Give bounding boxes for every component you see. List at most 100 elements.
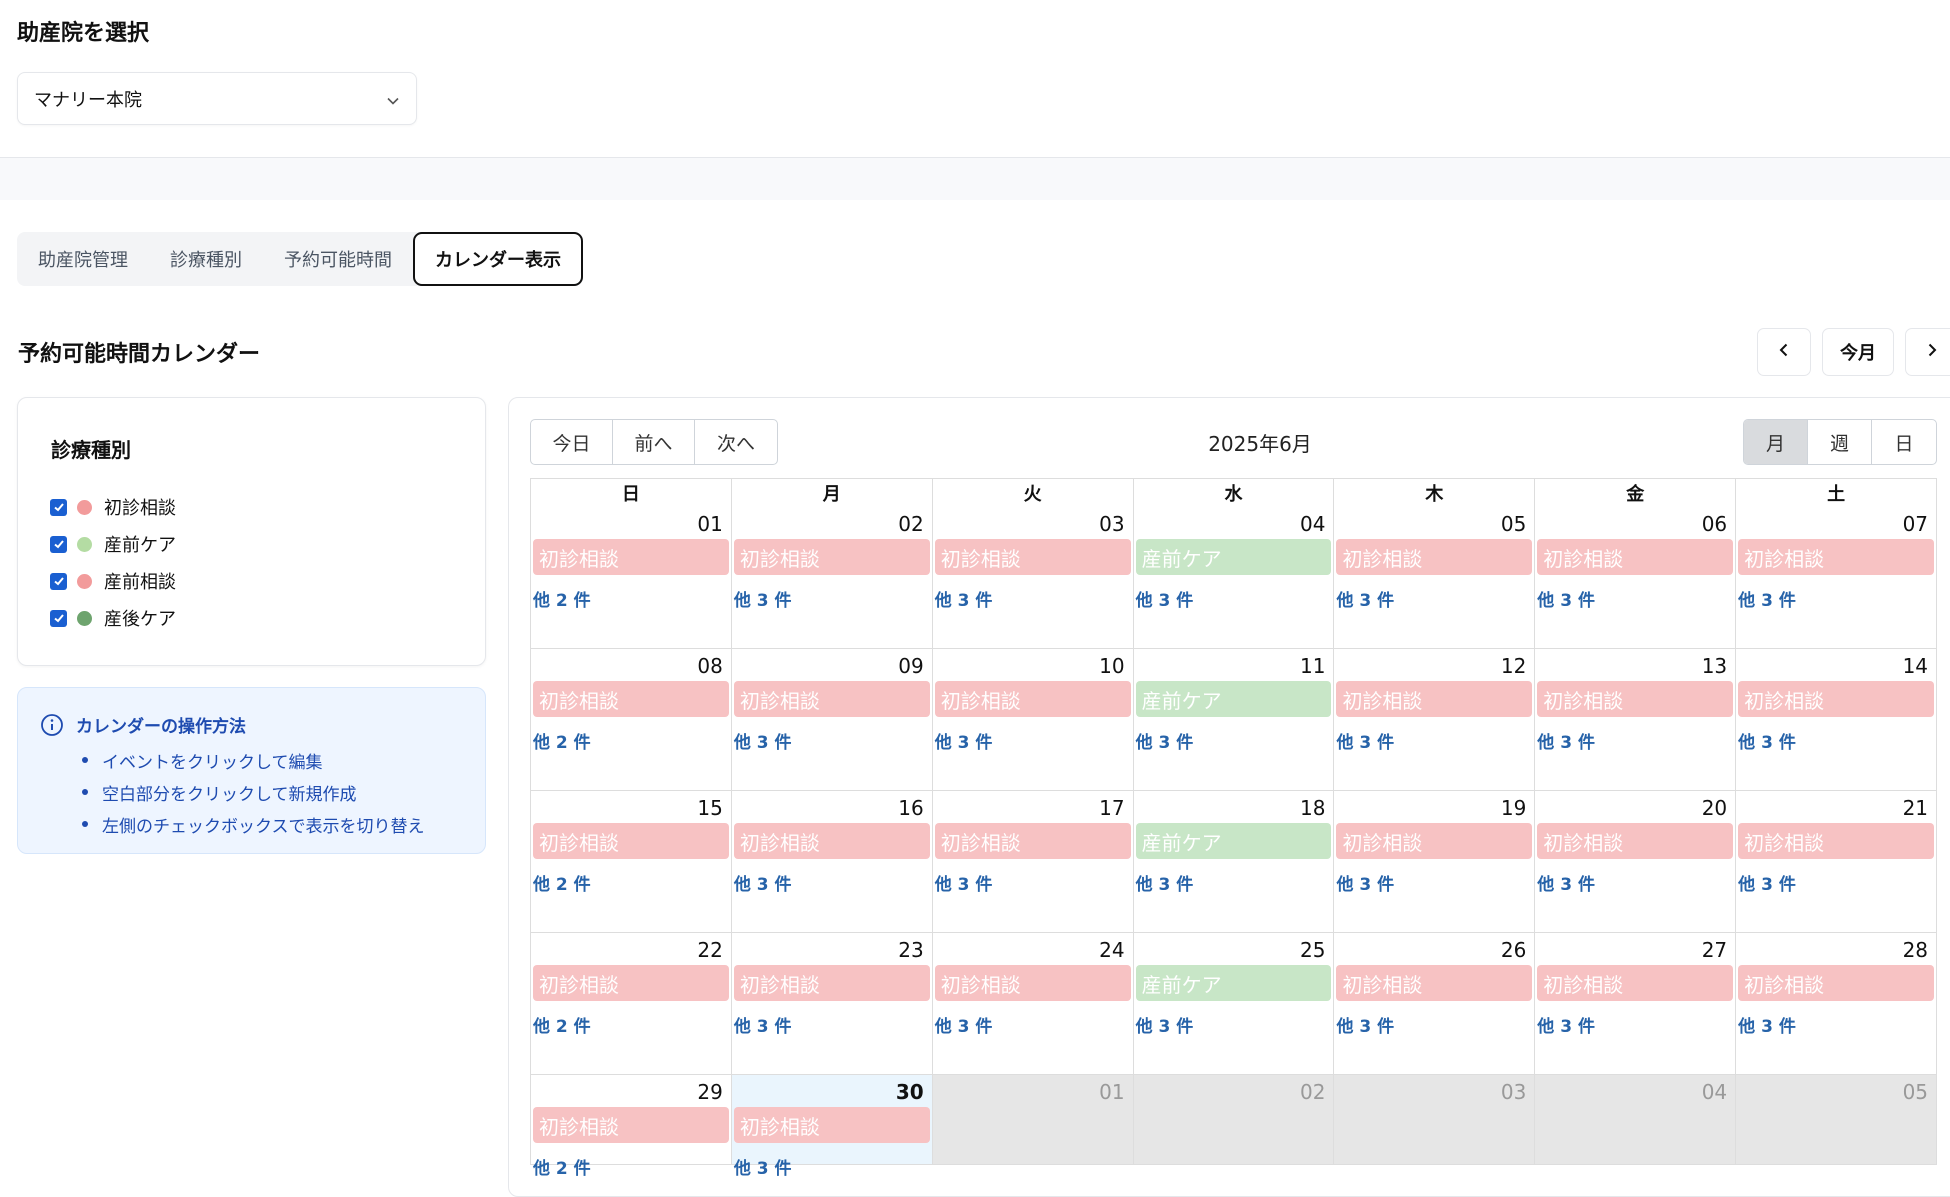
- day-cell[interactable]: 16 初診相談他 3 件: [731, 791, 933, 933]
- calendar-event[interactable]: 初診相談: [533, 823, 729, 859]
- day-number[interactable]: 03: [1501, 1080, 1526, 1104]
- calendar-next-button[interactable]: 次へ: [695, 420, 777, 464]
- calendar-event[interactable]: 初診相談: [733, 965, 930, 1001]
- calendar-event[interactable]: 産前ケア: [1135, 965, 1332, 1001]
- more-events-link[interactable]: 他 3 件: [734, 586, 792, 611]
- day-number[interactable]: 10: [1099, 654, 1124, 678]
- day-cell[interactable]: 01 初診相談他 2 件: [531, 507, 732, 649]
- day-cell[interactable]: 25 産前ケア他 3 件: [1133, 933, 1335, 1075]
- calendar-event[interactable]: 初診相談: [1738, 965, 1935, 1001]
- day-number[interactable]: 03: [1099, 512, 1124, 536]
- day-cell[interactable]: 18 産前ケア他 3 件: [1133, 791, 1335, 933]
- calendar-event[interactable]: 初診相談: [1336, 965, 1533, 1001]
- calendar-event[interactable]: 初診相談: [1537, 681, 1734, 717]
- filter-item-initial-consult[interactable]: 初診相談: [50, 494, 176, 520]
- calendar-event[interactable]: 初診相談: [1738, 539, 1935, 575]
- day-cell[interactable]: 09 初診相談他 3 件: [731, 649, 933, 791]
- more-events-link[interactable]: 他 3 件: [935, 586, 993, 611]
- day-cell-other-month[interactable]: 03: [1334, 1075, 1536, 1165]
- more-events-link[interactable]: 他 3 件: [1136, 728, 1194, 753]
- calendar-event[interactable]: 初診相談: [733, 823, 930, 859]
- more-events-link[interactable]: 他 2 件: [533, 586, 591, 611]
- calendar-event[interactable]: 初診相談: [1336, 823, 1533, 859]
- day-number[interactable]: 04: [1702, 1080, 1727, 1104]
- more-events-link[interactable]: 他 3 件: [935, 728, 993, 753]
- day-number[interactable]: 25: [1300, 938, 1325, 962]
- day-cell[interactable]: 02 初診相談他 3 件: [731, 507, 933, 649]
- calendar-event[interactable]: 初診相談: [1738, 823, 1935, 859]
- calendar-event[interactable]: 初診相談: [533, 965, 729, 1001]
- day-cell[interactable]: 04 産前ケア他 3 件: [1133, 507, 1335, 649]
- day-cell[interactable]: 23 初診相談他 3 件: [731, 933, 933, 1075]
- day-cell[interactable]: 11 産前ケア他 3 件: [1133, 649, 1335, 791]
- more-events-link[interactable]: 他 3 件: [1738, 1012, 1796, 1037]
- tab-clinic-management[interactable]: 助産院管理: [17, 232, 149, 286]
- day-number[interactable]: 20: [1702, 796, 1727, 820]
- view-day-button[interactable]: 日: [1872, 420, 1936, 464]
- day-cell[interactable]: 28 初診相談他 3 件: [1736, 933, 1938, 1075]
- day-cell[interactable]: 27 初診相談他 3 件: [1535, 933, 1737, 1075]
- more-events-link[interactable]: 他 3 件: [1336, 728, 1394, 753]
- checkbox[interactable]: [50, 498, 67, 516]
- day-cell[interactable]: 05 初診相談他 3 件: [1334, 507, 1536, 649]
- day-cell[interactable]: 12 初診相談他 3 件: [1334, 649, 1536, 791]
- day-cell[interactable]: 21 初診相談他 3 件: [1736, 791, 1938, 933]
- calendar-prev-button[interactable]: 前へ: [613, 420, 695, 464]
- day-number[interactable]: 30: [896, 1080, 924, 1104]
- day-cell[interactable]: 06 初診相談他 3 件: [1535, 507, 1737, 649]
- day-number[interactable]: 12: [1501, 654, 1526, 678]
- day-cell[interactable]: 29 初診相談他 2 件: [531, 1075, 732, 1179]
- day-number[interactable]: 18: [1300, 796, 1325, 820]
- day-number[interactable]: 21: [1903, 796, 1928, 820]
- clinic-select[interactable]: マナリー本院: [17, 72, 417, 125]
- day-cell[interactable]: 03 初診相談他 3 件: [932, 507, 1134, 649]
- day-number[interactable]: 11: [1300, 654, 1325, 678]
- day-number[interactable]: 28: [1903, 938, 1928, 962]
- calendar-event[interactable]: 初診相談: [934, 823, 1131, 859]
- more-events-link[interactable]: 他 3 件: [734, 728, 792, 753]
- day-cell[interactable]: 26 初診相談他 3 件: [1334, 933, 1536, 1075]
- day-cell-other-month[interactable]: 05: [1736, 1075, 1938, 1165]
- day-cell-other-month[interactable]: 04: [1535, 1075, 1737, 1165]
- more-events-link[interactable]: 他 3 件: [1738, 586, 1796, 611]
- day-number[interactable]: 02: [898, 512, 923, 536]
- calendar-event[interactable]: 初診相談: [934, 539, 1131, 575]
- day-number[interactable]: 05: [1903, 1080, 1928, 1104]
- day-number[interactable]: 16: [898, 796, 923, 820]
- day-number[interactable]: 07: [1903, 512, 1928, 536]
- calendar-event[interactable]: 初診相談: [934, 965, 1131, 1001]
- calendar-event[interactable]: 初診相談: [1537, 539, 1734, 575]
- day-number[interactable]: 09: [898, 654, 923, 678]
- calendar-event[interactable]: 初診相談: [1537, 965, 1734, 1001]
- more-events-link[interactable]: 他 3 件: [1136, 870, 1194, 895]
- calendar-event[interactable]: 初診相談: [1336, 681, 1533, 717]
- next-month-button[interactable]: [1905, 328, 1950, 376]
- more-events-link[interactable]: 他 3 件: [1136, 1012, 1194, 1037]
- current-month-button[interactable]: 今月: [1822, 328, 1894, 376]
- more-events-link[interactable]: 他 2 件: [533, 1012, 591, 1037]
- day-cell[interactable]: 08 初診相談他 2 件: [531, 649, 732, 791]
- filter-item-prenatal-care[interactable]: 産前ケア: [50, 531, 176, 557]
- day-cell-other-month[interactable]: 01: [932, 1075, 1134, 1165]
- calendar-event[interactable]: 初診相談: [533, 681, 729, 717]
- more-events-link[interactable]: 他 3 件: [1336, 1012, 1394, 1037]
- more-events-link[interactable]: 他 3 件: [1336, 870, 1394, 895]
- day-cell-other-month[interactable]: 02: [1133, 1075, 1335, 1165]
- more-events-link[interactable]: 他 3 件: [935, 870, 993, 895]
- more-events-link[interactable]: 他 2 件: [533, 1154, 591, 1179]
- day-number[interactable]: 06: [1702, 512, 1727, 536]
- day-number[interactable]: 29: [697, 1080, 722, 1104]
- checkbox[interactable]: [50, 572, 67, 590]
- day-cell[interactable]: 22 初診相談他 2 件: [531, 933, 732, 1075]
- day-number[interactable]: 08: [697, 654, 722, 678]
- more-events-link[interactable]: 他 2 件: [533, 870, 591, 895]
- day-number[interactable]: 13: [1702, 654, 1727, 678]
- prev-month-button[interactable]: [1757, 328, 1811, 376]
- tab-available-times[interactable]: 予約可能時間: [263, 232, 413, 286]
- day-cell[interactable]: 10 初診相談他 3 件: [932, 649, 1134, 791]
- calendar-event[interactable]: 初診相談: [733, 1107, 930, 1143]
- calendar-event[interactable]: 初診相談: [934, 681, 1131, 717]
- calendar-today-button[interactable]: 今日: [531, 420, 613, 464]
- day-number[interactable]: 01: [697, 512, 722, 536]
- checkbox[interactable]: [50, 609, 67, 627]
